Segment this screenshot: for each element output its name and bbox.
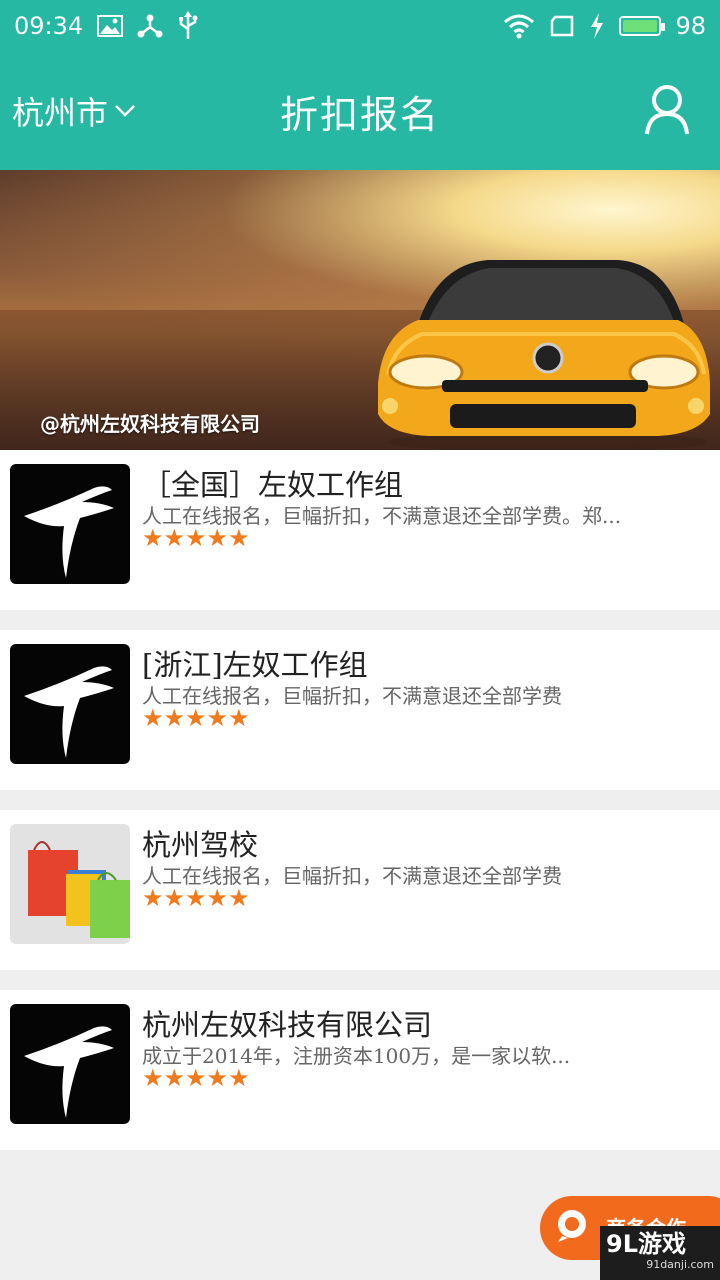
watermark-main: 9L游戏 bbox=[606, 1230, 686, 1258]
wifi-icon bbox=[503, 13, 535, 39]
usb-icon bbox=[177, 11, 199, 41]
item-title: 杭州驾校 bbox=[142, 828, 259, 862]
status-bar: 09:34 98 bbox=[0, 0, 720, 52]
user-icon bbox=[645, 85, 689, 135]
star-icon: ★ bbox=[142, 524, 164, 552]
list-item[interactable]: [浙江]左奴工作组 人工在线报名，巨幅折扣，不满意退还全部学费 ★ ★ ★ ★ ★ bbox=[0, 630, 720, 790]
star-icon: ★ bbox=[163, 884, 186, 912]
star-rating: ★ ★ ★ ★ ★ bbox=[142, 526, 250, 550]
battery-fill bbox=[623, 20, 658, 32]
battery-level: 98 bbox=[675, 12, 706, 40]
item-title: ［全国］左奴工作组 bbox=[142, 468, 404, 502]
star-icon: ★ bbox=[163, 524, 186, 552]
star-icon: ★ bbox=[206, 704, 229, 732]
chat-icon bbox=[558, 1210, 586, 1242]
list-item[interactable]: 杭州左奴科技有限公司 成立于2014年，注册资本100万，是一家以软... ★ ★ ★ ★… bbox=[0, 990, 720, 1150]
star-icon: ★ bbox=[228, 1064, 250, 1092]
brand-logo-thumbnail bbox=[10, 644, 130, 764]
star-icon: ★ bbox=[185, 1064, 207, 1092]
star-icon: ★ bbox=[163, 1064, 186, 1092]
star-icon: ★ bbox=[142, 884, 164, 912]
star-icon: ★ bbox=[228, 704, 250, 732]
star-icon: ★ bbox=[185, 524, 207, 552]
star-icon: ★ bbox=[142, 704, 164, 732]
status-left: 09:34 bbox=[14, 11, 199, 41]
sim-icon bbox=[549, 15, 575, 37]
status-time: 09:34 bbox=[14, 12, 84, 40]
banner-caption: @杭州左奴科技有限公司 bbox=[40, 412, 260, 436]
charging-icon bbox=[589, 13, 605, 39]
item-title: [浙江]左奴工作组 bbox=[142, 648, 368, 682]
star-icon: ★ bbox=[163, 704, 186, 732]
app-bar: 杭州市 折扣报名 bbox=[0, 52, 720, 170]
banner[interactable]: @杭州左奴科技有限公司 bbox=[0, 170, 720, 450]
watermark-logo: 9L游戏 91danji.com bbox=[600, 1226, 720, 1280]
star-rating: ★ ★ ★ ★ ★ bbox=[142, 1066, 250, 1090]
page-title: 折扣报名 bbox=[279, 93, 440, 137]
battery-icon bbox=[619, 16, 666, 36]
list-item[interactable]: ［全国］左奴工作组 人工在线报名，巨幅折扣，不满意退还全部学费。郑... ★ ★ ★ ★ ★ bbox=[0, 450, 720, 610]
star-icon: ★ bbox=[142, 1064, 164, 1092]
item-title: 杭州左奴科技有限公司 bbox=[142, 1008, 433, 1042]
star-icon: ★ bbox=[206, 524, 229, 552]
brand-logo-thumbnail bbox=[10, 464, 130, 584]
user-button[interactable] bbox=[644, 84, 690, 136]
star-icon: ★ bbox=[185, 704, 207, 732]
list: ［全国］左奴工作组 人工在线报名，巨幅折扣，不满意退还全部学费。郑... ★ ★ ★ ★ ★… bbox=[0, 450, 720, 1170]
star-icon: ★ bbox=[185, 884, 207, 912]
watermark-sub: 91danji.com bbox=[646, 1258, 714, 1271]
star-icon: ★ bbox=[228, 884, 250, 912]
star-rating: ★ ★ ★ ★ ★ bbox=[142, 706, 250, 730]
brand-logo-thumbnail bbox=[10, 1004, 130, 1124]
shopping-bags-thumbnail bbox=[10, 824, 130, 944]
list-item[interactable]: 杭州驾校 人工在线报名，巨幅折扣，不满意退还全部学费 ★ ★ ★ ★ ★ bbox=[0, 810, 720, 970]
star-icon: ★ bbox=[206, 1064, 229, 1092]
status-right: 98 bbox=[503, 12, 706, 40]
star-icon: ★ bbox=[228, 524, 250, 552]
car-image bbox=[378, 260, 710, 450]
image-icon bbox=[97, 15, 124, 37]
star-icon: ★ bbox=[206, 884, 229, 912]
share-icon bbox=[137, 13, 163, 39]
star-rating: ★ ★ ★ ★ ★ bbox=[142, 886, 250, 910]
